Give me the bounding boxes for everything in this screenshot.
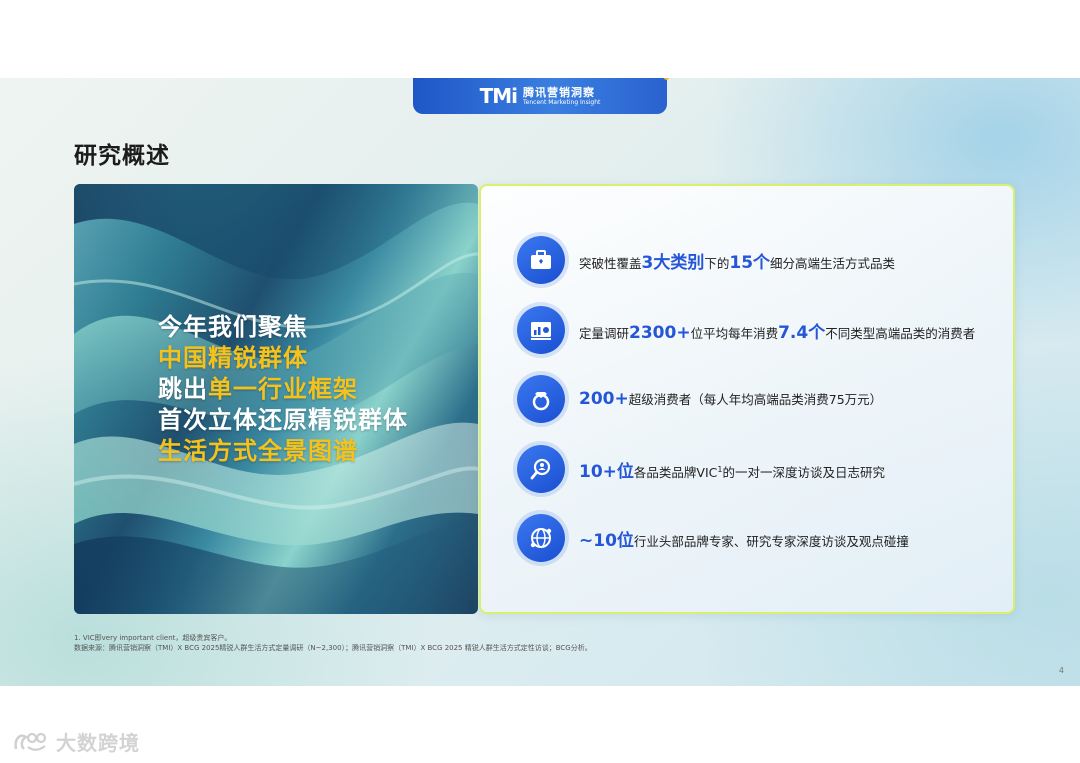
page-title: 研究概述	[74, 143, 170, 169]
overview-item-text: 200+超级消费者（每人年均高端品类消费75万元）	[579, 389, 883, 409]
hero-image: 今年我们聚焦 中国精锐群体 跳出单一行业框架 首次立体还原精锐群体 生活方式全景…	[74, 184, 478, 614]
footnotes: 1. VIC即very important client，超级贵宾客户。 数据来…	[74, 633, 592, 653]
overview-item-super-consumers: 200+超级消费者（每人年均高端品类消费75万元）	[517, 375, 882, 423]
logo-mark: TMi	[479, 84, 518, 108]
slide: TMi 腾讯营销洞察 Tencent Marketing Insight 研究概…	[0, 78, 1080, 686]
overview-item-categories: 突破性覆盖3大类别下的15个细分高端生活方式品类	[517, 236, 895, 284]
overview-item-quant-survey: 定量调研2300+位平均每年消费7.4个不同类型高端品类的消费者	[517, 306, 975, 354]
hero-line-3: 跳出单一行业框架	[158, 375, 358, 403]
overview-item-vic-interviews: 10+位各品类品牌VIC1的一对一深度访谈及日志研究	[517, 445, 885, 493]
hero-line-1: 今年我们聚焦	[158, 313, 308, 341]
report-chart-icon	[517, 306, 565, 354]
overview-item-text: 10+位各品类品牌VIC1的一对一深度访谈及日志研究	[579, 461, 885, 482]
logo-text: 腾讯营销洞察 Tencent Marketing Insight	[523, 87, 600, 106]
magnifier-person-icon	[517, 445, 565, 493]
overview-item-text: ~10位行业头部品牌专家、研究专家深度访谈及观点碰撞	[579, 530, 909, 551]
overview-item-text: 定量调研2300+位平均每年消费7.4个不同类型高端品类的消费者	[579, 322, 976, 343]
study-overview-panel: 突破性覆盖3大类别下的15个细分高端生活方式品类 定量调研2300+位平均每年消…	[479, 184, 1015, 614]
diamond-ring-icon	[517, 375, 565, 423]
logo-dot	[664, 78, 669, 80]
watermark-text: 大数跨境	[56, 731, 140, 755]
tmi-logo: TMi 腾讯营销洞察 Tencent Marketing Insight	[413, 78, 669, 114]
briefcase-icon	[517, 236, 565, 284]
overview-item-expert-interviews: ~10位行业头部品牌专家、研究专家深度访谈及观点碰撞	[517, 514, 909, 562]
hero-line-4: 首次立体还原精锐群体	[158, 406, 408, 434]
hero-headline: 今年我们聚焦 中国精锐群体 跳出单一行业框架 首次立体还原精锐群体 生活方式全景…	[158, 312, 408, 467]
watermark-logo-icon	[14, 732, 47, 751]
hero-line-2: 中国精锐群体	[158, 344, 308, 372]
hero-line-5: 生活方式全景图谱	[158, 437, 358, 465]
overview-item-text: 突破性覆盖3大类别下的15个细分高端生活方式品类	[579, 252, 896, 273]
data-source: 数据来源：腾讯营销洞察（TMI）X BCG 2025精锐人群生活方式定量调研（N…	[74, 644, 592, 652]
logo-name-cn: 腾讯营销洞察	[523, 85, 596, 99]
footnote-1: 1. VIC即very important client，超级贵宾客户。	[74, 634, 232, 642]
logo-name-en: Tencent Marketing Insight	[523, 98, 601, 106]
globe-network-icon	[517, 514, 565, 562]
watermark: 大数跨境	[12, 727, 140, 756]
page-number: 4	[1058, 666, 1064, 675]
